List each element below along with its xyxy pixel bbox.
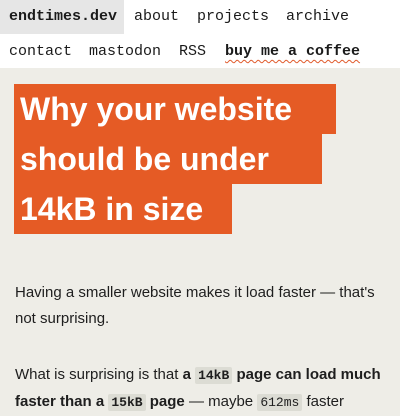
nav-buy-me-a-coffee[interactable]: buy me a coffee	[225, 41, 360, 63]
title-line: 14kB in size	[14, 184, 232, 234]
title-line: should be under	[14, 134, 322, 184]
code-15kb: 15kB	[108, 394, 146, 411]
nav-archive[interactable]: archive	[286, 6, 349, 28]
code-612ms: 612ms	[257, 394, 303, 411]
article-paragraph-1: Having a smaller website makes it load f…	[15, 284, 375, 327]
top-navigation: endtimes.dev about projects archive cont…	[0, 0, 400, 68]
nav-contact[interactable]: contact	[9, 41, 72, 63]
nav-mastodon[interactable]: mastodon	[89, 41, 161, 63]
nav-about[interactable]: about	[134, 6, 179, 28]
nav-projects[interactable]: projects	[197, 6, 269, 28]
p2-prefix: What is surprising is that	[15, 366, 183, 383]
p2-mid: — maybe	[184, 393, 258, 410]
p2-bold-text: a	[182, 366, 196, 383]
p2-bold-text: page	[145, 393, 185, 410]
brand-link[interactable]: endtimes.dev	[9, 6, 117, 28]
p2-suffix: faster	[302, 393, 345, 410]
article-paragraph-2: What is surprising is that a 14kB page c…	[15, 362, 385, 416]
site-brand[interactable]: endtimes.dev	[0, 0, 124, 34]
title-line: Why your website	[14, 84, 336, 134]
code-14kb: 14kB	[195, 367, 233, 384]
nav-rss[interactable]: RSS	[179, 41, 206, 63]
